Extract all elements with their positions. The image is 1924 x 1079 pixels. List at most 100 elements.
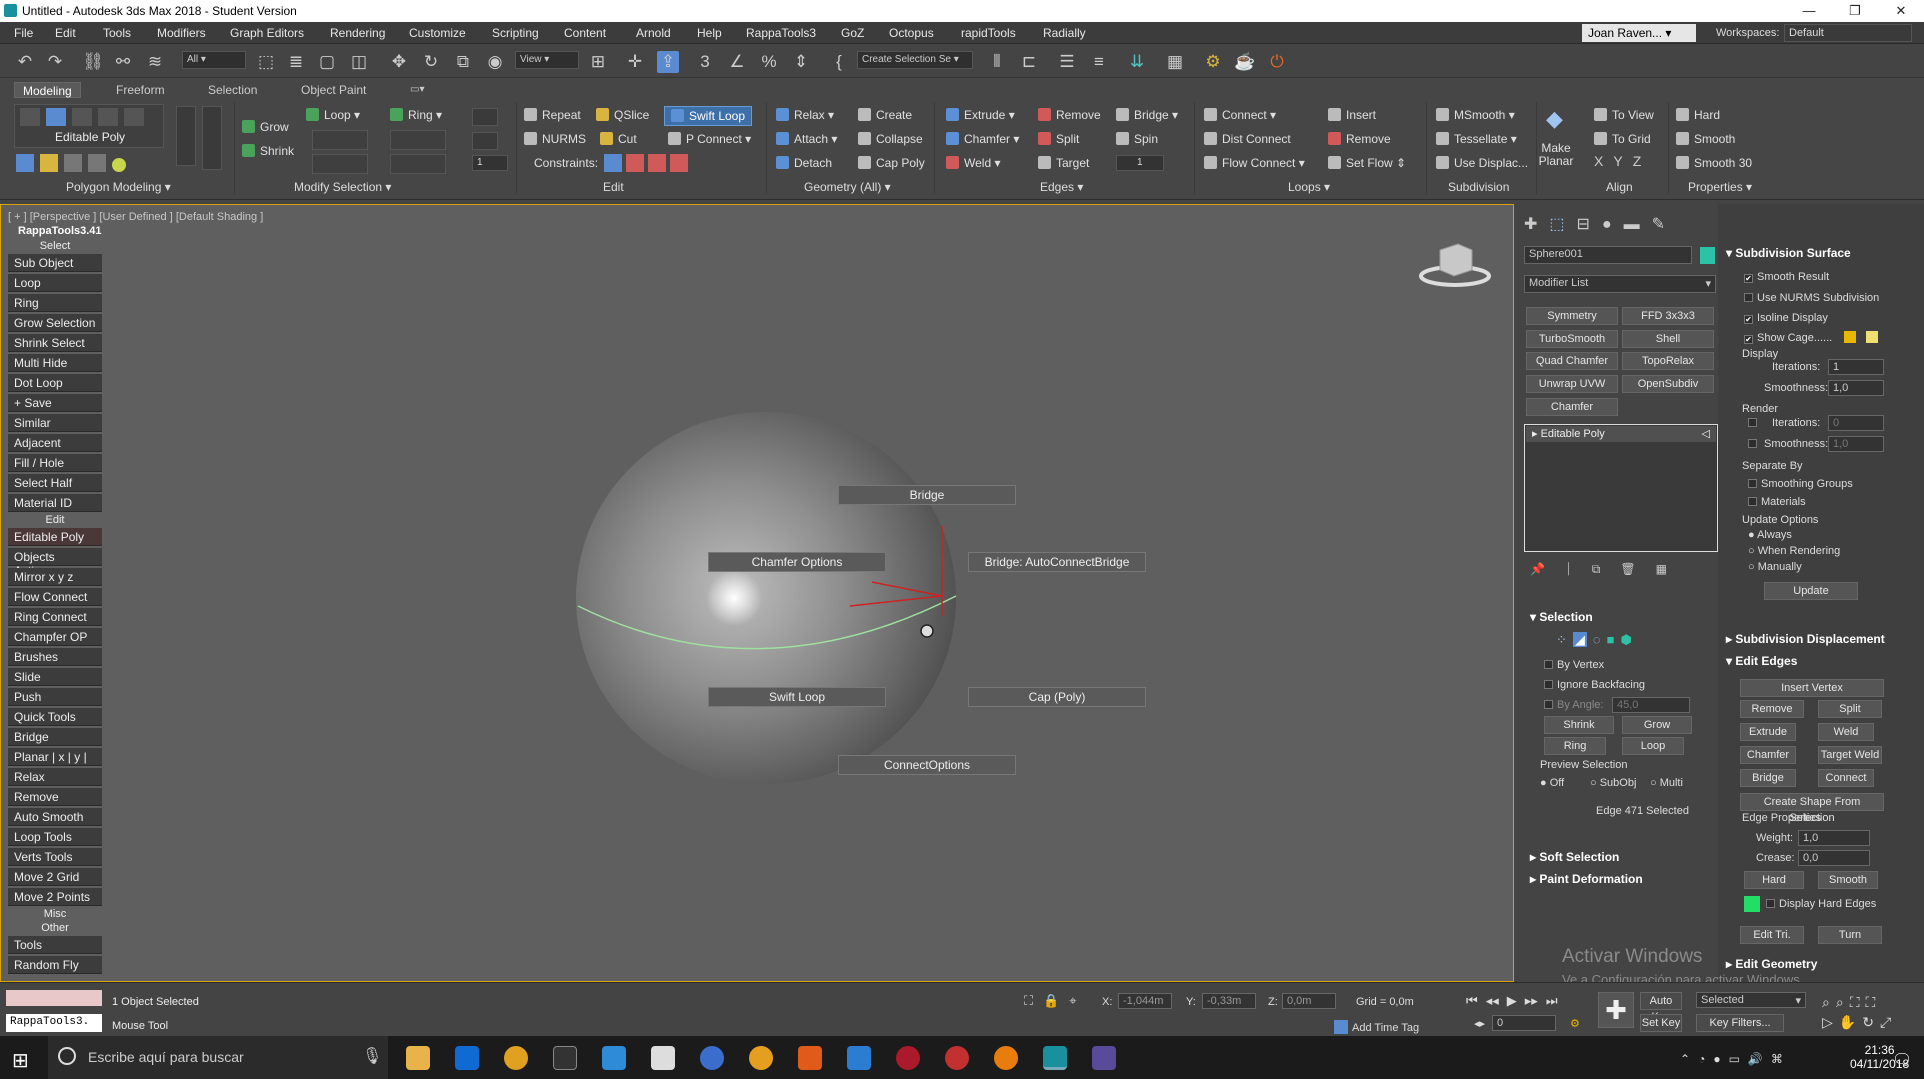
- render-production-icon[interactable]: ⏻: [1266, 51, 1288, 73]
- relax-button[interactable]: Relax ▾: [776, 108, 834, 122]
- align-z-button[interactable]: Z: [1633, 153, 1642, 169]
- chamfer-button[interactable]: Chamfer ▾: [946, 132, 1019, 146]
- group-edges[interactable]: Edges ▾: [1040, 180, 1083, 194]
- crease-field[interactable]: 0,0: [1798, 850, 1870, 866]
- bind-space-warp-icon[interactable]: ≋: [144, 51, 166, 73]
- quad-swift-loop[interactable]: Swift Loop: [708, 687, 886, 707]
- when-rendering-radio[interactable]: ○ When Rendering: [1748, 545, 1840, 557]
- target-weld-button[interactable]: Target Weld: [1818, 746, 1882, 764]
- keyboard-shortcut-override-icon[interactable]: ⇪: [657, 51, 679, 73]
- rappatools-item[interactable]: Mirror x y z: [8, 568, 102, 586]
- edge-extrude-button[interactable]: Extrude: [1740, 723, 1796, 741]
- weld-button[interactable]: Weld ▾: [946, 156, 1000, 170]
- maxscript-input[interactable]: RappaTools3.: [6, 1014, 102, 1032]
- quad-bridge[interactable]: Bridge: [838, 485, 1016, 505]
- show-cage-checkbox[interactable]: ✔ Show Cage......: [1744, 332, 1832, 344]
- rappatools-item[interactable]: Ring Connect: [8, 608, 102, 626]
- rappatools-item[interactable]: Multi Hide: [8, 354, 102, 372]
- rappatools-item[interactable]: Adjacent: [8, 434, 102, 452]
- group-polygon-modeling[interactable]: Polygon Modeling ▾: [66, 180, 171, 194]
- use-nurms-checkbox[interactable]: Use NURMS Subdivision: [1744, 292, 1879, 304]
- menu-rapidtools[interactable]: rapidTools: [961, 26, 1016, 40]
- rappatools-item[interactable]: Similar: [8, 414, 102, 432]
- app-circle-icon[interactable]: [945, 1046, 969, 1070]
- msmooth-button[interactable]: MSmooth ▾: [1436, 108, 1515, 122]
- modify-mode-icon[interactable]: [16, 154, 34, 172]
- rappatools-item[interactable]: Quick Tools: [8, 708, 102, 726]
- menu-rappatools[interactable]: RappaTools3: [746, 26, 816, 40]
- rappatools-item[interactable]: Random Fly: [8, 956, 102, 974]
- configure-modifier-sets-icon[interactable]: ▦: [1656, 562, 1667, 576]
- subdivision-surface-rollout[interactable]: ▾ Subdivision Surface: [1726, 246, 1851, 260]
- vertex-level-icon[interactable]: ⁘: [1556, 632, 1567, 647]
- selection-rollout-header[interactable]: ▾ Selection: [1530, 610, 1593, 624]
- rappatools-item[interactable]: Planar | x | y | z: [8, 748, 102, 778]
- toggle-ribbon-icon[interactable]: ⇊: [1126, 51, 1148, 73]
- smooth30-button[interactable]: Smooth 30: [1676, 156, 1752, 170]
- undo-icon[interactable]: ↶: [14, 51, 36, 73]
- modifier-opensubdiv-button[interactable]: OpenSubdiv: [1622, 375, 1714, 393]
- rappatools-item[interactable]: Dot Loop: [8, 374, 102, 392]
- angle-snap-icon[interactable]: ∠: [726, 51, 748, 73]
- spin-button[interactable]: Spin: [1116, 132, 1158, 146]
- make-unique-icon[interactable]: ⧉: [1592, 562, 1601, 576]
- render-iterations-checkbox[interactable]: [1748, 417, 1761, 429]
- select-pattern-icon[interactable]: [472, 132, 498, 150]
- mirror-icon[interactable]: ⫴: [986, 51, 1008, 73]
- p-connect-button[interactable]: P Connect ▾: [668, 132, 751, 146]
- named-selection-dropdown[interactable]: Create Selection Se ▾: [857, 51, 973, 69]
- rappatools-item[interactable]: Slide: [8, 668, 102, 686]
- render-frame-icon[interactable]: ☕: [1234, 51, 1256, 73]
- modifier-chamfer-button[interactable]: Chamfer: [1526, 398, 1618, 416]
- quad-chamfer-options[interactable]: Chamfer Options: [708, 552, 886, 572]
- app-stripes-icon[interactable]: [1092, 1046, 1116, 1070]
- zoom-icon[interactable]: ⌕: [1822, 994, 1830, 1010]
- by-angle-field[interactable]: 45,0: [1612, 697, 1690, 713]
- menu-tools[interactable]: Tools: [103, 26, 131, 40]
- link-icon[interactable]: ⛓: [82, 51, 104, 73]
- preview-multi-radio[interactable]: ○ Multi: [1650, 777, 1683, 789]
- extrude-button[interactable]: Extrude ▾: [946, 108, 1015, 122]
- detach-button[interactable]: Detach: [776, 156, 832, 170]
- tray-volume-icon[interactable]: 🔊: [1748, 1052, 1763, 1066]
- z-coord-field[interactable]: 0,0m: [1282, 993, 1336, 1009]
- modify-tab-icon[interactable]: ⬚: [1549, 216, 1564, 233]
- make-planar-icon[interactable]: ◆: [1546, 106, 1566, 136]
- render-smoothness-field[interactable]: 1,0: [1828, 436, 1884, 452]
- menu-octopus[interactable]: Octopus: [889, 26, 934, 40]
- placement-icon[interactable]: ◉: [484, 51, 506, 73]
- use-stack-icon[interactable]: [40, 154, 58, 172]
- target-button[interactable]: Target: [1038, 156, 1089, 170]
- maxscript-listener-mini[interactable]: [6, 990, 102, 1006]
- rectangular-selection-icon[interactable]: ▢: [316, 51, 338, 73]
- rappatools-item[interactable]: + Save: [8, 394, 102, 412]
- menu-radially[interactable]: Radially: [1043, 26, 1086, 40]
- to-view-button[interactable]: To View: [1594, 108, 1654, 122]
- zoom-extents-icon[interactable]: ⛶: [1850, 994, 1860, 1010]
- x-coord-field[interactable]: -1,044m: [1118, 993, 1172, 1009]
- tray-network-icon[interactable]: ⌘: [1771, 1052, 1783, 1066]
- tab-selection[interactable]: Selection: [200, 82, 265, 98]
- cap-poly-button[interactable]: Cap Poly: [858, 156, 925, 170]
- modifier-ffd-button[interactable]: FFD 3x3x3: [1622, 307, 1714, 325]
- edge-chamfer-button[interactable]: Chamfer: [1740, 746, 1796, 764]
- insert-loop-button[interactable]: Insert: [1328, 108, 1376, 122]
- sphere-object[interactable]: [570, 406, 970, 796]
- app-pen-icon[interactable]: [847, 1046, 871, 1070]
- vertex-mode-icon[interactable]: [20, 108, 40, 126]
- smooth-result-checkbox[interactable]: ✔ Smooth Result: [1744, 271, 1829, 283]
- viewcube[interactable]: [1418, 240, 1492, 290]
- key-selection-dropdown[interactable]: Selected ▾: [1696, 992, 1806, 1008]
- edit-geometry-rollout[interactable]: ▸ Edit Geometry: [1726, 957, 1817, 971]
- dropbox-icon[interactable]: [455, 1046, 479, 1070]
- group-edit-label[interactable]: Edit: [603, 180, 624, 194]
- rappatools-item[interactable]: Loop: [8, 274, 102, 292]
- object-name-field[interactable]: Sphere001: [1524, 246, 1692, 264]
- rappatools-item[interactable]: Fill / Hole: [8, 454, 102, 472]
- percent-snap-icon[interactable]: %: [758, 51, 780, 73]
- align-y-button[interactable]: Y: [1613, 153, 1622, 169]
- redo-icon[interactable]: ↷: [44, 51, 66, 73]
- isoline-checkbox[interactable]: ✔ Isoline Display: [1744, 312, 1828, 324]
- quad-cap-poly[interactable]: Cap (Poly): [968, 687, 1146, 707]
- snaps-toggle-icon[interactable]: 3: [694, 51, 716, 73]
